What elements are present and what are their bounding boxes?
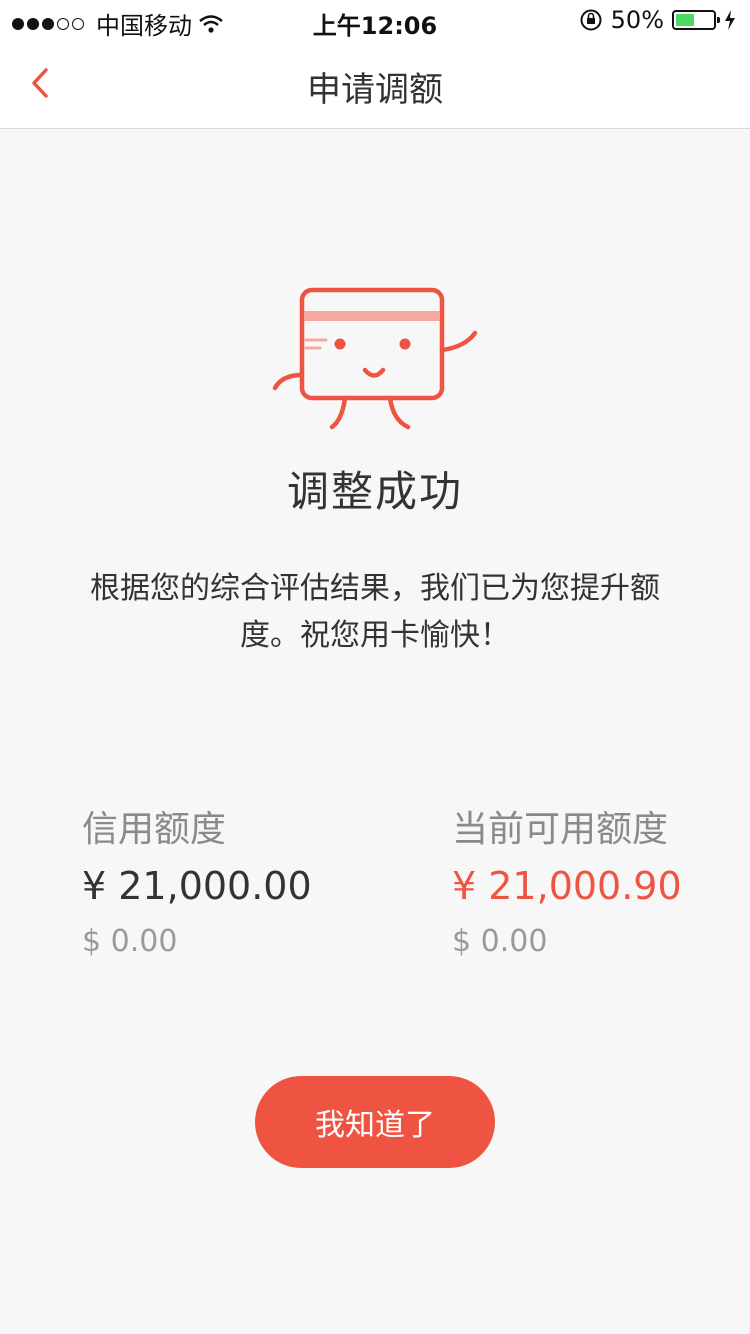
credit-limit-usd: $ 0.00 — [82, 924, 178, 959]
card-mascot-illustration — [272, 287, 478, 430]
battery-icon — [672, 10, 720, 30]
credit-limit-section: 信用额度 ¥ 21,000.00 $ 0.00 — [82, 800, 312, 959]
available-limit-section: 当前可用额度 ¥ 21,000.90 $ 0.00 — [452, 800, 682, 959]
result-description: 根据您的综合评估结果，我们已为您提升额度。祝您用卡愉快！ — [90, 571, 660, 653]
rotation-lock-icon — [580, 9, 602, 31]
page-title: 申请调额 — [307, 70, 443, 110]
result-title: 调整成功 — [286, 467, 463, 516]
nav-bar: 申请调额 — [0, 40, 750, 129]
charging-icon — [725, 10, 735, 30]
credit-limit-cny: ¥ 21,000.00 — [82, 864, 312, 908]
acknowledge-button[interactable]: 我知道了 — [255, 1076, 495, 1168]
status-right: 50% — [579, 6, 736, 34]
battery-fill — [676, 14, 694, 26]
battery-percentage: 50% — [610, 6, 664, 34]
available-limit-cny: ¥ 21,000.90 — [452, 864, 682, 908]
credit-limit-label: 信用额度 — [82, 809, 227, 850]
available-limit-usd: $ 0.00 — [452, 924, 548, 959]
available-limit-label: 当前可用额度 — [452, 809, 669, 850]
status-bar: 中国移动 上午12:06 50% — [0, 0, 750, 40]
